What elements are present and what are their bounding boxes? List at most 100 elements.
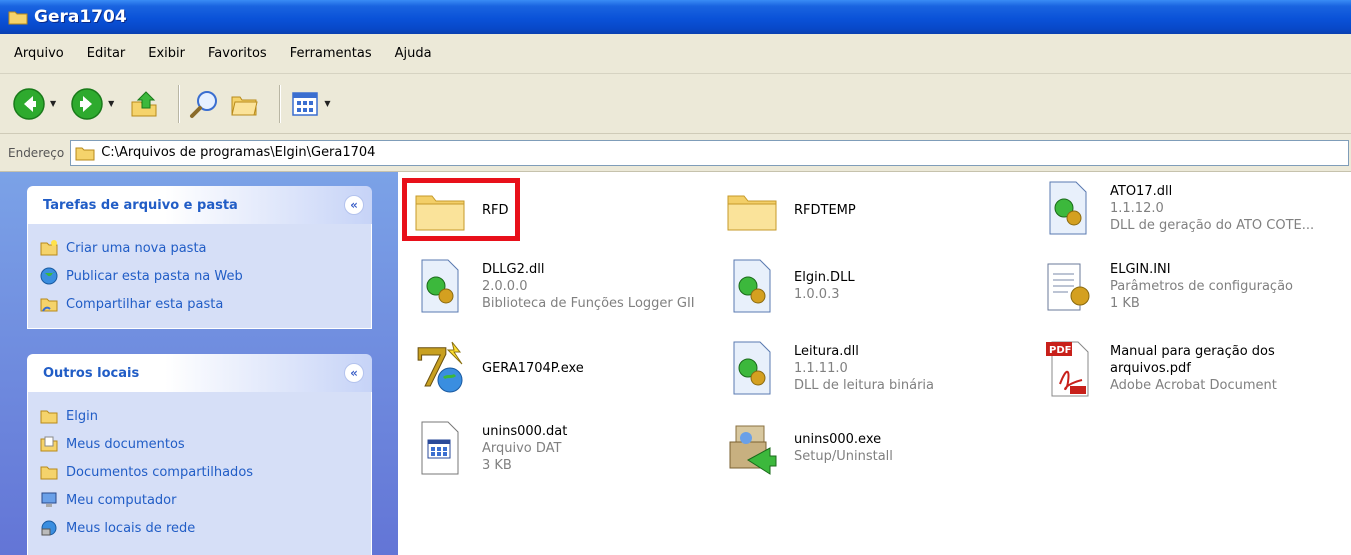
place-label: Meu computador <box>66 492 177 508</box>
file-name: unins000.dat <box>482 423 568 439</box>
file-description: DLL de geração do ATO COTE... <box>1110 217 1315 233</box>
forward-button[interactable]: ▼ <box>70 87 120 121</box>
file-description: Setup/Uninstall <box>794 449 893 464</box>
file-size: 3 KB <box>482 457 512 473</box>
file-item-ato17[interactable]: ATO17.dll 1.1.12.0 DLL de geração do ATO… <box>1038 178 1314 238</box>
file-tasks-header[interactable]: Tarefas de arquivo e pasta « <box>27 186 372 224</box>
file-name: RFD <box>482 202 509 218</box>
documents-folder-icon <box>40 436 58 452</box>
file-name: Manual para geração dos <box>1110 343 1275 359</box>
other-places-panel: Outros locais « Elgin Meus documentos Do… <box>27 354 372 555</box>
task-share-folder[interactable]: Compartilhar esta pasta <box>40 290 359 318</box>
file-version: 1.0.0.3 <box>794 287 840 302</box>
panel-title: Tarefas de arquivo e pasta <box>43 197 238 213</box>
place-network[interactable]: Meus locais de rede <box>40 514 359 542</box>
place-shared-documents[interactable]: Documentos compartilhados <box>40 458 359 486</box>
folder-icon <box>40 410 58 424</box>
address-input[interactable]: C:\Arquivos de programas\Elgin\Gera1704 <box>70 139 1349 166</box>
file-type: Arquivo DAT <box>482 440 562 456</box>
folders-button[interactable] <box>229 88 261 120</box>
toolbar-separator <box>178 84 180 123</box>
place-label: Meus documentos <box>66 436 185 452</box>
back-icon <box>13 87 45 120</box>
up-folder-button[interactable] <box>128 88 160 120</box>
task-label: Compartilhar esta pasta <box>66 296 224 312</box>
computer-icon <box>41 492 57 507</box>
menu-arquivo[interactable]: Arquivo <box>12 44 66 63</box>
file-version: 1.1.11.0 <box>794 360 848 376</box>
address-label: Endereço <box>8 145 65 160</box>
file-description: Biblioteca de Funções Logger GII <box>482 295 695 311</box>
menu-ferramentas[interactable]: Ferramentas <box>288 44 374 63</box>
file-item-elgin-ini[interactable]: ELGIN.INI Parâmetros de configuração 1 K… <box>1038 256 1293 316</box>
file-version: 1.1.12.0 <box>1110 200 1164 216</box>
file-name: Elgin.DLL <box>794 270 855 285</box>
file-item-unins-dat[interactable]: unins000.dat Arquivo DAT 3 KB <box>410 418 567 478</box>
folder-icon <box>40 466 58 480</box>
file-name: GERA1704P.exe <box>482 360 584 376</box>
file-description: Adobe Acrobat Document <box>1110 377 1277 393</box>
collapse-icon[interactable]: « <box>344 195 364 215</box>
menu-favoritos[interactable]: Favoritos <box>206 44 269 63</box>
menu-bar: Arquivo Editar Exibir Favoritos Ferramen… <box>0 34 1351 74</box>
file-item-rfdtemp[interactable]: RFDTEMP <box>722 180 856 240</box>
file-name: ATO17.dll <box>1110 183 1173 199</box>
menu-editar[interactable]: Editar <box>85 44 128 63</box>
task-label: Criar uma nova pasta <box>66 240 207 256</box>
folder-icon <box>727 195 777 231</box>
file-item-dllg2[interactable]: DLLG2.dll 2.0.0.0 Biblioteca de Funções … <box>410 256 695 316</box>
place-label: Elgin <box>66 408 98 424</box>
back-button[interactable]: ▼ <box>12 87 62 121</box>
up-folder-icon <box>131 90 157 116</box>
share-folder-icon <box>40 298 58 312</box>
chevron-down-icon[interactable]: ▼ <box>50 99 56 108</box>
file-name-continued: arquivos.pdf <box>1110 360 1191 376</box>
toolbar-separator <box>279 84 281 123</box>
menu-exibir[interactable]: Exibir <box>146 44 187 63</box>
address-path: C:\Arquivos de programas\Elgin\Gera1704 <box>101 145 376 160</box>
search-button[interactable] <box>189 88 221 120</box>
globe-icon <box>40 267 58 285</box>
forward-icon <box>71 87 103 120</box>
task-new-folder[interactable]: Criar uma nova pasta <box>40 234 359 262</box>
file-list: RFD RFDTEMP ATO17.dll 1.1.12.0 DLL de ge… <box>398 172 1351 555</box>
file-item-manual-pdf[interactable]: PDF Manual para geração dos arquivos.pdf… <box>1038 338 1277 398</box>
file-description: Parâmetros de configuração <box>1110 278 1293 294</box>
place-my-computer[interactable]: Meu computador <box>40 486 359 514</box>
folder-icon <box>415 195 465 231</box>
menu-ajuda[interactable]: Ajuda <box>393 44 434 63</box>
task-publish-web[interactable]: Publicar esta pasta na Web <box>40 262 359 290</box>
task-label: Publicar esta pasta na Web <box>66 268 243 284</box>
folder-icon <box>8 11 28 25</box>
dll-icon <box>733 341 771 395</box>
chevron-down-icon[interactable]: ▼ <box>108 99 114 108</box>
views-button[interactable]: ▼ <box>290 89 336 119</box>
exe-icon: 7 <box>414 338 463 398</box>
title-bar[interactable]: Gera1704 <box>0 0 1351 34</box>
file-item-elgin-dll[interactable]: Elgin.DLL 1.0.0.3 <box>722 256 855 316</box>
file-item-unins-exe[interactable]: unins000.exe Setup/Uninstall <box>722 418 893 478</box>
window-title: Gera1704 <box>34 7 127 27</box>
file-item-leitura[interactable]: Leitura.dll 1.1.11.0 DLL de leitura biná… <box>722 338 934 398</box>
pdf-icon: PDF <box>1046 341 1089 397</box>
ini-icon <box>1047 263 1090 311</box>
search-icon <box>190 90 218 118</box>
file-name: ELGIN.INI <box>1110 261 1171 277</box>
dll-icon <box>1049 181 1087 235</box>
place-elgin[interactable]: Elgin <box>40 402 359 430</box>
panel-title: Outros locais <box>43 365 140 381</box>
collapse-icon[interactable]: « <box>344 363 364 383</box>
other-places-header[interactable]: Outros locais « <box>27 354 372 392</box>
chevron-down-icon[interactable]: ▼ <box>324 99 330 108</box>
dll-icon <box>733 259 771 313</box>
other-places-body: Elgin Meus documentos Documentos compart… <box>27 392 372 555</box>
place-my-documents[interactable]: Meus documentos <box>40 430 359 458</box>
file-description: DLL de leitura binária <box>794 377 935 393</box>
file-item-rfd[interactable]: RFD <box>410 180 509 240</box>
file-item-gera1704p[interactable]: 7 GERA1704P.exe <box>410 338 584 398</box>
place-label: Meus locais de rede <box>66 520 196 536</box>
file-size: 1 KB <box>1110 295 1140 311</box>
file-name: unins000.exe <box>794 432 882 447</box>
folder-icon <box>75 147 95 160</box>
toolbar: ▼ ▼ ▼ <box>0 74 1351 134</box>
